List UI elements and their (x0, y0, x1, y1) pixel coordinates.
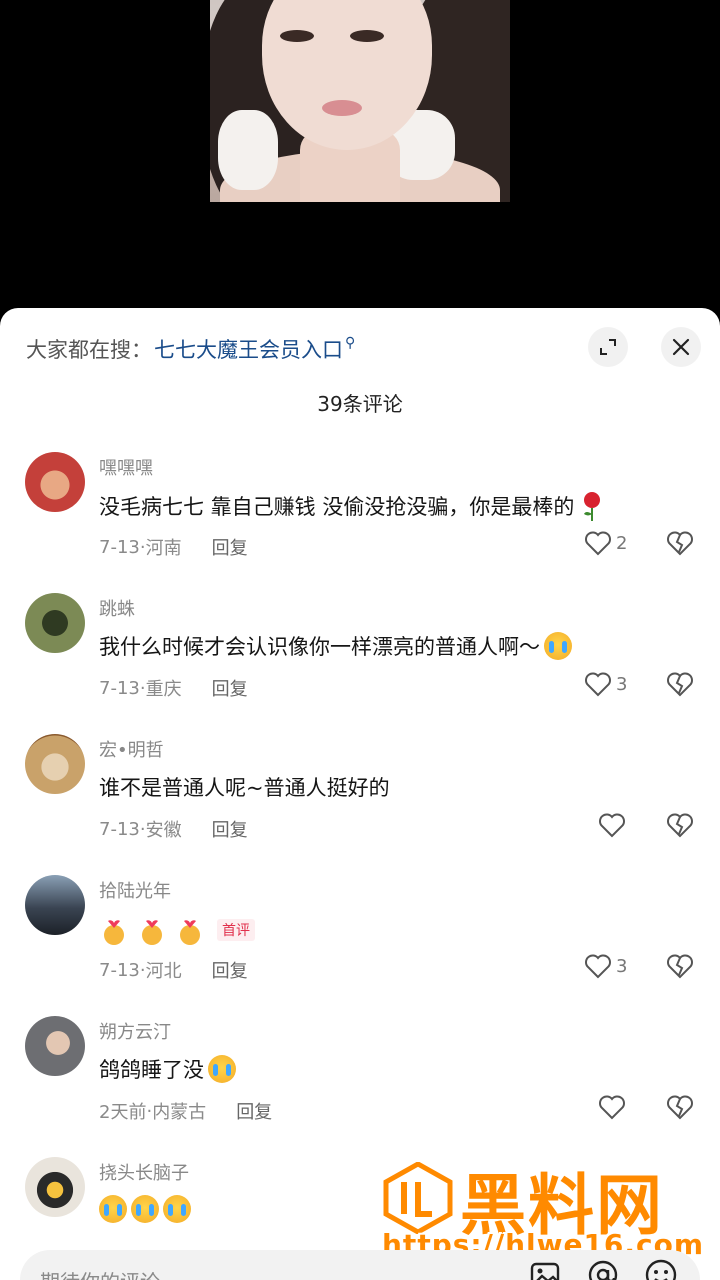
image-icon[interactable] (528, 1258, 562, 1280)
at-icon[interactable] (586, 1258, 620, 1280)
expand-icon (600, 339, 616, 355)
comment-date: 7-13 (99, 677, 140, 699)
broken-heart-icon (667, 672, 693, 697)
avatar[interactable] (25, 875, 85, 935)
comment-text-body: 我什么时候才会认识像你一样漂亮的普通人啊～ (99, 635, 540, 659)
broken-heart-icon (667, 1095, 693, 1120)
comment-input-bar[interactable]: 期待你的评论 (20, 1250, 700, 1280)
like-count: 3 (616, 673, 628, 695)
comment-text-body: 鸽鸽睡了没 (99, 1058, 204, 1082)
comment-text: 首评 (99, 913, 255, 947)
broken-heart-icon (667, 531, 693, 556)
like-button[interactable] (598, 812, 626, 838)
comment-meta: 7-13 · 重庆 回复 (99, 675, 248, 701)
comment-meta: 2天前 · 内蒙古 回复 (99, 1098, 272, 1124)
comment-text: 谁不是普通人呢~普通人挺好的 (99, 772, 390, 802)
comment-location: 河南 (145, 538, 182, 559)
rose-emoji-icon (584, 492, 601, 521)
comment-username[interactable]: 跳蛛 (99, 595, 135, 621)
like-button[interactable]: 3 (584, 671, 627, 697)
comment-item: 嘿嘿嘿 没毛病七七 靠自己赚钱 没偷没抢没骗，你是最棒的 7-13 · 河南 回复 … (0, 452, 720, 592)
heart-hands-emoji-icon (104, 920, 200, 945)
comment-text-body: 没毛病七七 靠自己赚钱 没偷没抢没骗，你是最棒的 (99, 495, 575, 519)
search-prefix: 大家都在搜： (26, 338, 152, 362)
smiley-icon[interactable] (644, 1258, 678, 1280)
comment-item: 朔方云汀 鸽鸽睡了没 2天前 · 内蒙古 回复 (0, 1016, 720, 1156)
comment-text: 没毛病七七 靠自己赚钱 没偷没抢没骗，你是最棒的 (99, 490, 606, 522)
heart-outline-icon (599, 1095, 625, 1120)
dislike-button[interactable] (666, 1094, 694, 1124)
comment-location: 安徽 (145, 820, 182, 841)
dislike-button[interactable] (666, 953, 694, 983)
video-thumbnail[interactable] (210, 0, 510, 202)
avatar[interactable] (25, 734, 85, 794)
comment-date: 7-13 (99, 959, 140, 981)
like-count: 3 (616, 955, 628, 977)
broken-heart-icon (667, 813, 693, 838)
crying-emoji-icon (99, 1195, 127, 1223)
comment-date: 2天前 (99, 1102, 147, 1123)
input-actions (528, 1258, 678, 1280)
dislike-button[interactable] (666, 671, 694, 701)
comment-item: 宏•明哲 谁不是普通人呢~普通人挺好的 7-13 · 安徽 回复 (0, 734, 720, 874)
comment-username[interactable]: 朔方云汀 (99, 1018, 171, 1044)
comment-location: 重庆 (145, 679, 182, 700)
comment-username[interactable]: 嘿嘿嘿 (99, 454, 153, 480)
search-query-link[interactable]: 七七大魔王会员入口 (154, 334, 343, 364)
comment-text-body: 谁不是普通人呢~普通人挺好的 (99, 776, 390, 800)
like-button[interactable] (598, 1094, 626, 1120)
heart-outline-icon (585, 672, 611, 697)
reply-button[interactable]: 回复 (212, 534, 248, 560)
heart-outline-icon (585, 954, 611, 979)
like-button[interactable]: 2 (584, 530, 627, 556)
comment-username[interactable]: 宏•明哲 (99, 736, 164, 762)
comment-count-title: 39条评论 (317, 392, 403, 416)
comment-item: 拾陆光年 首评 7-13 · 河北 回复 3 (0, 875, 720, 1015)
comment-username[interactable]: 挠头长脑子 (99, 1159, 189, 1185)
avatar[interactable] (25, 593, 85, 653)
expand-button[interactable] (588, 327, 628, 367)
reply-button[interactable]: 回复 (212, 957, 248, 983)
crying-emoji-icon (208, 1055, 236, 1083)
comment-meta: 7-13 · 河北 回复 (99, 957, 248, 983)
comment-text (99, 1195, 191, 1223)
crying-emoji-icon (163, 1195, 191, 1223)
comment-date: 7-13 (99, 818, 140, 840)
reply-button[interactable]: 回复 (212, 816, 248, 842)
comment-location: 河北 (145, 961, 182, 982)
watermark-logo-icon (383, 1162, 453, 1234)
first-comment-badge: 首评 (217, 919, 255, 941)
comment-location: 内蒙古 (152, 1102, 207, 1123)
close-button[interactable] (661, 327, 701, 367)
dislike-button[interactable] (666, 530, 694, 560)
search-icon: ⚲ (345, 335, 356, 351)
crying-emoji-icon (544, 632, 572, 660)
avatar[interactable] (25, 1157, 85, 1217)
avatar[interactable] (25, 452, 85, 512)
comment-date: 7-13 (99, 536, 140, 558)
comment-username[interactable]: 拾陆光年 (99, 877, 171, 903)
close-icon (672, 338, 690, 356)
comment-meta: 7-13 · 河南 回复 (99, 534, 248, 560)
like-count: 2 (616, 532, 628, 554)
video-area[interactable] (0, 0, 720, 320)
like-button[interactable]: 3 (584, 953, 627, 979)
broken-heart-icon (667, 954, 693, 979)
heart-outline-icon (585, 531, 611, 556)
comment-input[interactable]: 期待你的评论 (40, 1266, 160, 1280)
comment-sheet: 大家都在搜： 七七大魔王会员入口 ⚲ 39条评论 嘿嘿嘿 没毛病七七 靠自己赚钱… (0, 308, 720, 1280)
reply-button[interactable]: 回复 (236, 1098, 272, 1124)
search-suggestion[interactable]: 大家都在搜： 七七大魔王会员入口 ⚲ (26, 334, 355, 364)
avatar[interactable] (25, 1016, 85, 1076)
crying-emoji-icon (131, 1195, 159, 1223)
dislike-button[interactable] (666, 812, 694, 842)
reply-button[interactable]: 回复 (212, 675, 248, 701)
comment-text: 鸽鸽睡了没 (99, 1054, 236, 1084)
comment-meta: 7-13 · 安徽 回复 (99, 816, 248, 842)
heart-outline-icon (599, 813, 625, 838)
comment-text: 我什么时候才会认识像你一样漂亮的普通人啊～ (99, 631, 572, 661)
comment-item: 跳蛛 我什么时候才会认识像你一样漂亮的普通人啊～ 7-13 · 重庆 回复 3 (0, 593, 720, 733)
